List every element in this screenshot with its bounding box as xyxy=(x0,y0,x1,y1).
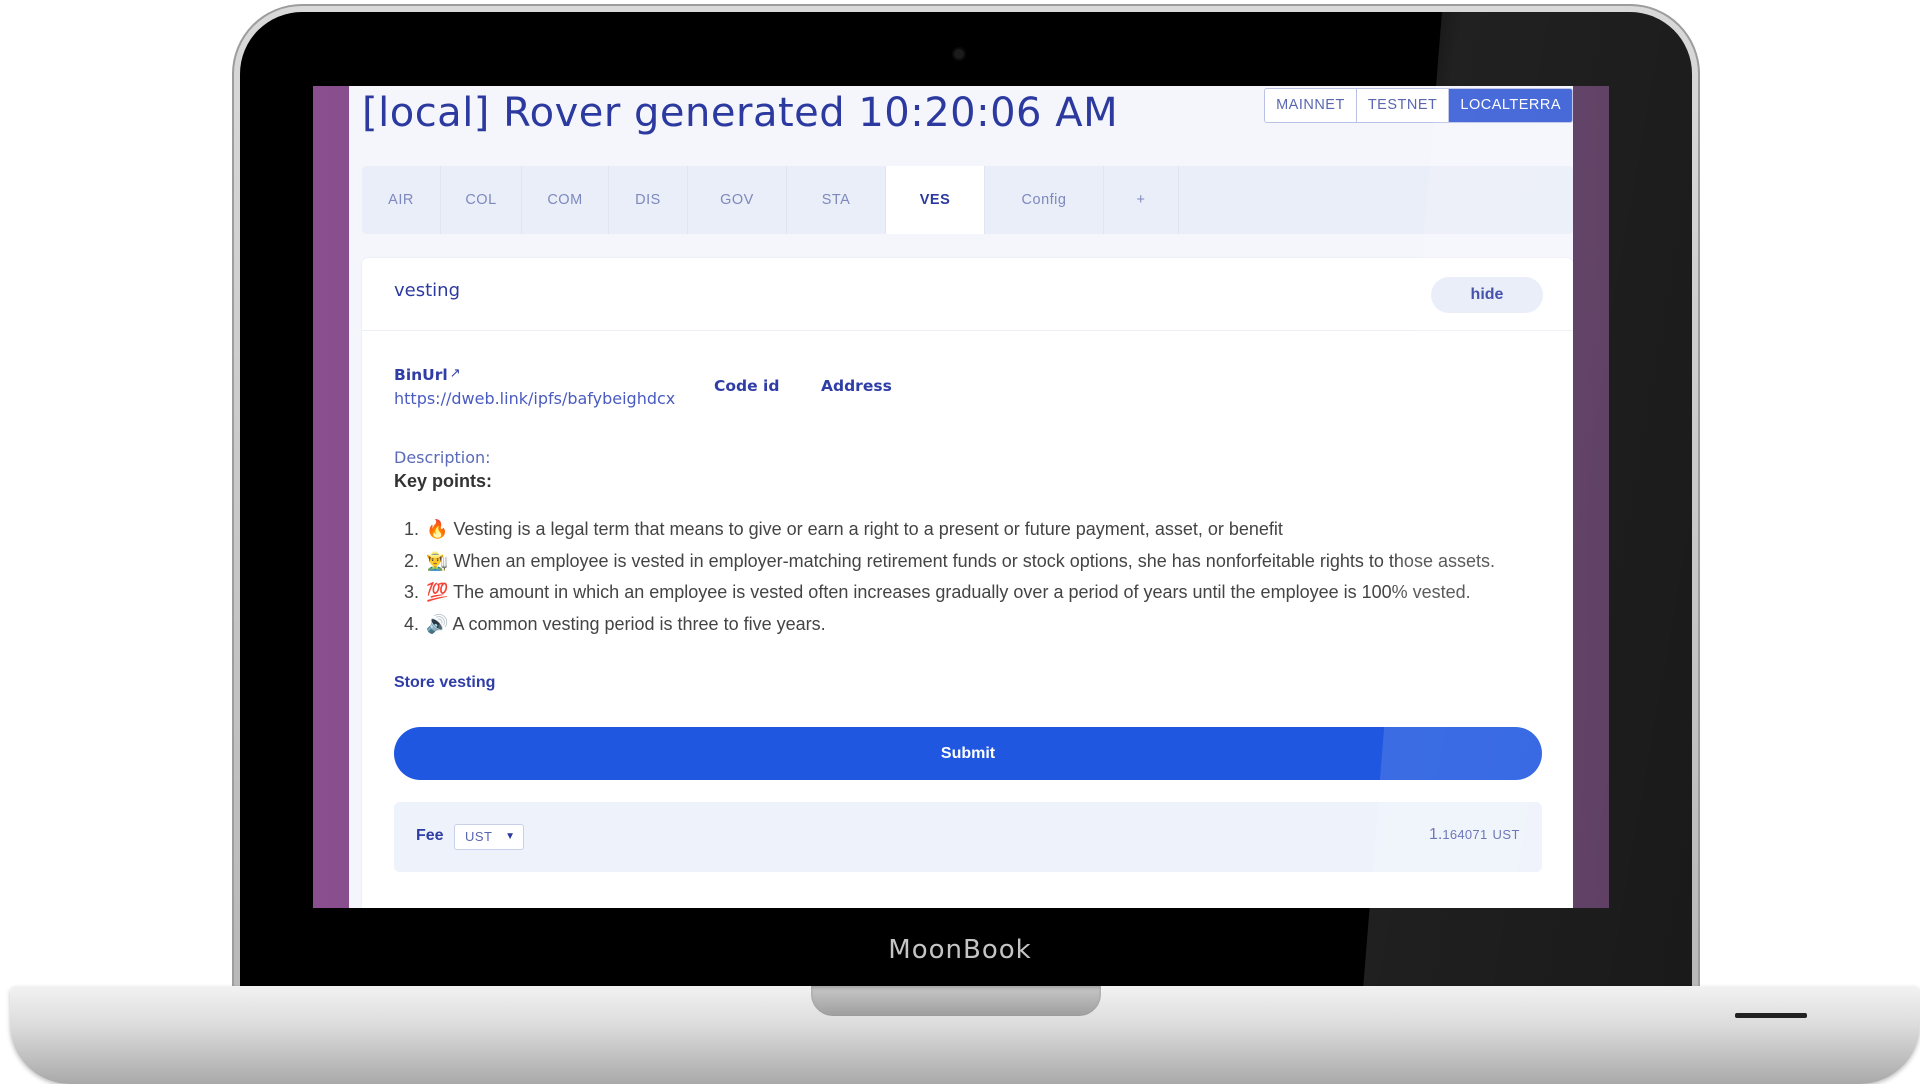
caret-down-icon: ▼ xyxy=(505,831,515,842)
key-points-list: 🔥 Vesting is a legal term that means to … xyxy=(394,514,1495,640)
network-testnet-button[interactable]: TESTNET xyxy=(1356,89,1450,122)
tab-sta[interactable]: STA xyxy=(787,166,886,234)
tab-add[interactable]: + xyxy=(1104,166,1179,234)
app-page: [local] Rover generated 10:20:06 AM MAIN… xyxy=(349,86,1573,908)
binurl-value[interactable]: https://dweb.link/ipfs/bafybeighdcxyz xyxy=(394,389,676,408)
tab-col[interactable]: COL xyxy=(441,166,522,234)
webcam-icon xyxy=(954,49,964,59)
fee-label: Fee xyxy=(416,827,444,844)
fee-amount: 1.164071 UST xyxy=(1428,826,1520,843)
network-localterra-button[interactable]: LOCALTERRA xyxy=(1449,89,1572,122)
network-mainnet-button[interactable]: MAINNET xyxy=(1265,89,1357,122)
hundred-emoji-icon: 💯 xyxy=(426,582,449,602)
fire-emoji-icon: 🔥 xyxy=(426,519,449,539)
laptop-brand: MoonBook xyxy=(888,935,1032,965)
submit-button[interactable]: Submit xyxy=(394,727,1542,780)
contract-tabs: AIR COL COM DIS GOV STA VES Config + xyxy=(362,166,1573,234)
laptop-notch xyxy=(811,986,1101,1016)
fee-box: Fee UST ▼ 1.164071 UST xyxy=(394,802,1542,872)
description-label: Description: xyxy=(394,448,491,467)
list-item: 🔊 A common vesting period is three to fi… xyxy=(424,609,1495,641)
farmer-emoji-icon: 👨‍🌾 xyxy=(426,550,449,571)
key-points-heading: Key points: xyxy=(394,471,493,491)
list-item: 🔥 Vesting is a legal term that means to … xyxy=(424,514,1495,546)
contract-name: vesting xyxy=(394,280,460,301)
external-link-icon: ↗ xyxy=(449,366,461,381)
card-header: vesting hide xyxy=(362,258,1573,331)
contract-card: vesting hide BinUrl ↗ https://dweb.link/i… xyxy=(362,258,1573,908)
code-id-label: Code id xyxy=(714,377,780,395)
hide-button[interactable]: hide xyxy=(1431,277,1543,313)
speaker-emoji-icon: 🔊 xyxy=(426,613,449,634)
address-label: Address xyxy=(821,377,892,395)
tab-gov[interactable]: GOV xyxy=(688,166,787,234)
network-switcher: MAINNET TESTNET LOCALTERRA xyxy=(1264,88,1573,123)
tab-com[interactable]: COM xyxy=(522,166,609,234)
tab-ves[interactable]: VES xyxy=(886,166,985,234)
tab-config[interactable]: Config xyxy=(985,166,1104,234)
binurl-label[interactable]: BinUrl ↗ xyxy=(394,366,461,384)
tab-dis[interactable]: DIS xyxy=(609,166,688,234)
fee-currency-value: UST xyxy=(465,829,493,844)
fee-currency-select[interactable]: UST ▼ xyxy=(454,824,524,850)
page-title: [local] Rover generated 10:20:06 AM xyxy=(362,90,1119,136)
power-led xyxy=(1735,1013,1807,1018)
list-item: 👨‍🌾 When an employee is vested in employ… xyxy=(424,546,1495,578)
screen: [local] Rover generated 10:20:06 AM MAIN… xyxy=(313,86,1609,908)
list-item: 💯 The amount in which an employee is ves… xyxy=(424,577,1495,609)
tab-air[interactable]: AIR xyxy=(362,166,441,234)
store-vesting-link[interactable]: Store vesting xyxy=(394,674,495,692)
